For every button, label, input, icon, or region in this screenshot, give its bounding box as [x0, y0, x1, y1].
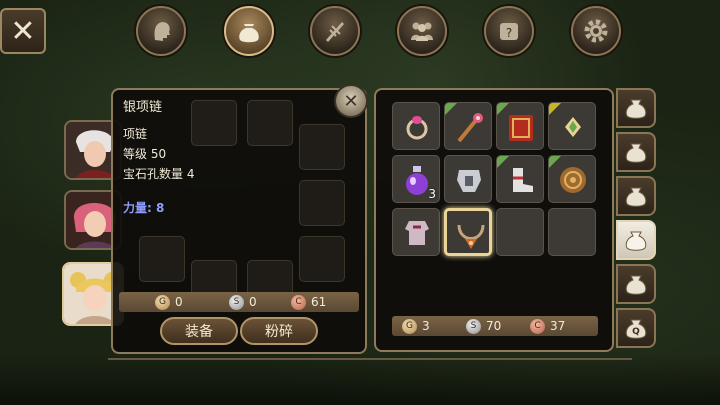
tab-bag[interactable]: [224, 6, 274, 56]
spellbook-icon: [509, 115, 533, 141]
equip-button[interactable]: 装备: [160, 317, 238, 345]
equip-slot-offhand[interactable]: [299, 236, 345, 282]
gold-coin-icon: G: [402, 318, 417, 334]
tooltip-close-button[interactable]: ✕: [334, 84, 368, 118]
inventory-slot-necklace[interactable]: [444, 208, 492, 256]
quest-scroll-icon: ?: [500, 23, 518, 40]
equip-slot-weapon[interactable]: [139, 236, 185, 282]
close-button[interactable]: ✕: [0, 8, 46, 54]
item-quantity: 3: [428, 187, 436, 201]
item-name: 银项链: [123, 100, 163, 115]
bag-icon: [239, 24, 259, 43]
gold-coin-icon: G: [155, 294, 170, 310]
robe-armor-icon: [405, 221, 429, 245]
skills-blade-icon: [326, 22, 344, 42]
close-icon: ✕: [10, 13, 36, 49]
bag-tab-label: Q: [632, 327, 640, 337]
shield-icon: [560, 167, 586, 193]
item-attribute: 力量: 8: [123, 201, 165, 215]
copper-price: C 61: [291, 294, 327, 310]
inventory-slot-chest-armor[interactable]: [444, 155, 492, 203]
tab-character[interactable]: [136, 6, 186, 56]
silver-balance-value: 70: [486, 319, 502, 333]
item-type: 项链: [123, 127, 148, 141]
smash-button[interactable]: 粉碎: [240, 317, 318, 345]
copper-balance: C 37: [530, 318, 566, 334]
copper-coin-icon: C: [530, 318, 545, 334]
tab-settings[interactable]: [571, 6, 621, 56]
copper-price-value: 61: [311, 295, 327, 309]
bag-tab-5[interactable]: [616, 264, 656, 304]
staff-icon: [457, 113, 483, 143]
ring-icon: [406, 116, 428, 140]
inventory-slot-boots[interactable]: [496, 155, 544, 203]
item-level: 等级 50: [123, 147, 167, 161]
bag-tab-2[interactable]: [616, 132, 656, 172]
silver-coin-icon: S: [229, 294, 244, 310]
tab-party[interactable]: [397, 6, 447, 56]
gear-icon: [584, 19, 608, 43]
inventory-slot-empty[interactable]: [496, 208, 544, 256]
item-price-bar: G 0 S 0 C 61: [119, 292, 359, 312]
bag-icon: [625, 187, 647, 207]
inventory-slot-robe-armor[interactable]: [392, 208, 440, 256]
silver-price: S 0: [229, 294, 257, 310]
inventory-slot-amulet-gem[interactable]: [548, 102, 596, 150]
chest-armor-icon: [457, 170, 481, 192]
bag-tab-4[interactable]: [616, 220, 656, 260]
inventory-slot-spellbook[interactable]: [496, 102, 544, 150]
inventory-slot-ring[interactable]: [392, 102, 440, 150]
bag-icon: [625, 275, 647, 295]
tab-skills[interactable]: [310, 6, 360, 56]
wallet-bar: G 3 S 70 C 37: [392, 316, 598, 336]
item-detail-panel: 银项链 项链 等级 50 宝石孔数量 4 力量: 8 G 0 S 0 C 61: [111, 88, 367, 354]
gold-balance-value: 3: [422, 319, 430, 333]
bag-icon: [625, 143, 647, 163]
bag-tab-1[interactable]: [616, 88, 656, 128]
svg-text:?: ?: [506, 26, 512, 40]
item-tooltip: 银项链 项链 等级 50 宝石孔数量 4 力量: 8: [113, 90, 365, 226]
inventory-slot-potion[interactable]: 3: [392, 155, 440, 203]
tab-quests[interactable]: ?: [484, 6, 534, 56]
amulet-gem-icon: [565, 117, 581, 137]
inventory-slot-staff[interactable]: [444, 102, 492, 150]
silver-price-value: 0: [249, 295, 257, 309]
bag-icon: [625, 231, 647, 251]
copper-coin-icon: C: [291, 294, 306, 310]
character-head-icon: [154, 22, 170, 41]
party-icon: [411, 22, 433, 41]
gold-price: G 0: [155, 294, 183, 310]
silver-balance: S 70: [466, 318, 502, 334]
copper-balance-value: 37: [550, 319, 566, 333]
quest-bag-icon: Q: [625, 319, 647, 339]
bag-tab-6[interactable]: Q: [616, 308, 656, 348]
inventory-slot-empty[interactable]: [548, 208, 596, 256]
bottom-shade: [0, 353, 720, 405]
boots-icon: [513, 168, 533, 192]
close-icon: ✕: [343, 90, 359, 112]
gold-price-value: 0: [175, 295, 183, 309]
inventory-panel: 3 G 3 S 70 C 37: [374, 88, 614, 352]
gold-balance: G 3: [402, 318, 430, 334]
silver-coin-icon: S: [466, 318, 481, 334]
bag-tab-3[interactable]: [616, 176, 656, 216]
necklace-icon: [457, 224, 485, 249]
bag-icon: [625, 99, 647, 119]
item-gem-sockets: 宝石孔数量 4: [123, 167, 195, 181]
inventory-slot-shield[interactable]: [548, 155, 596, 203]
